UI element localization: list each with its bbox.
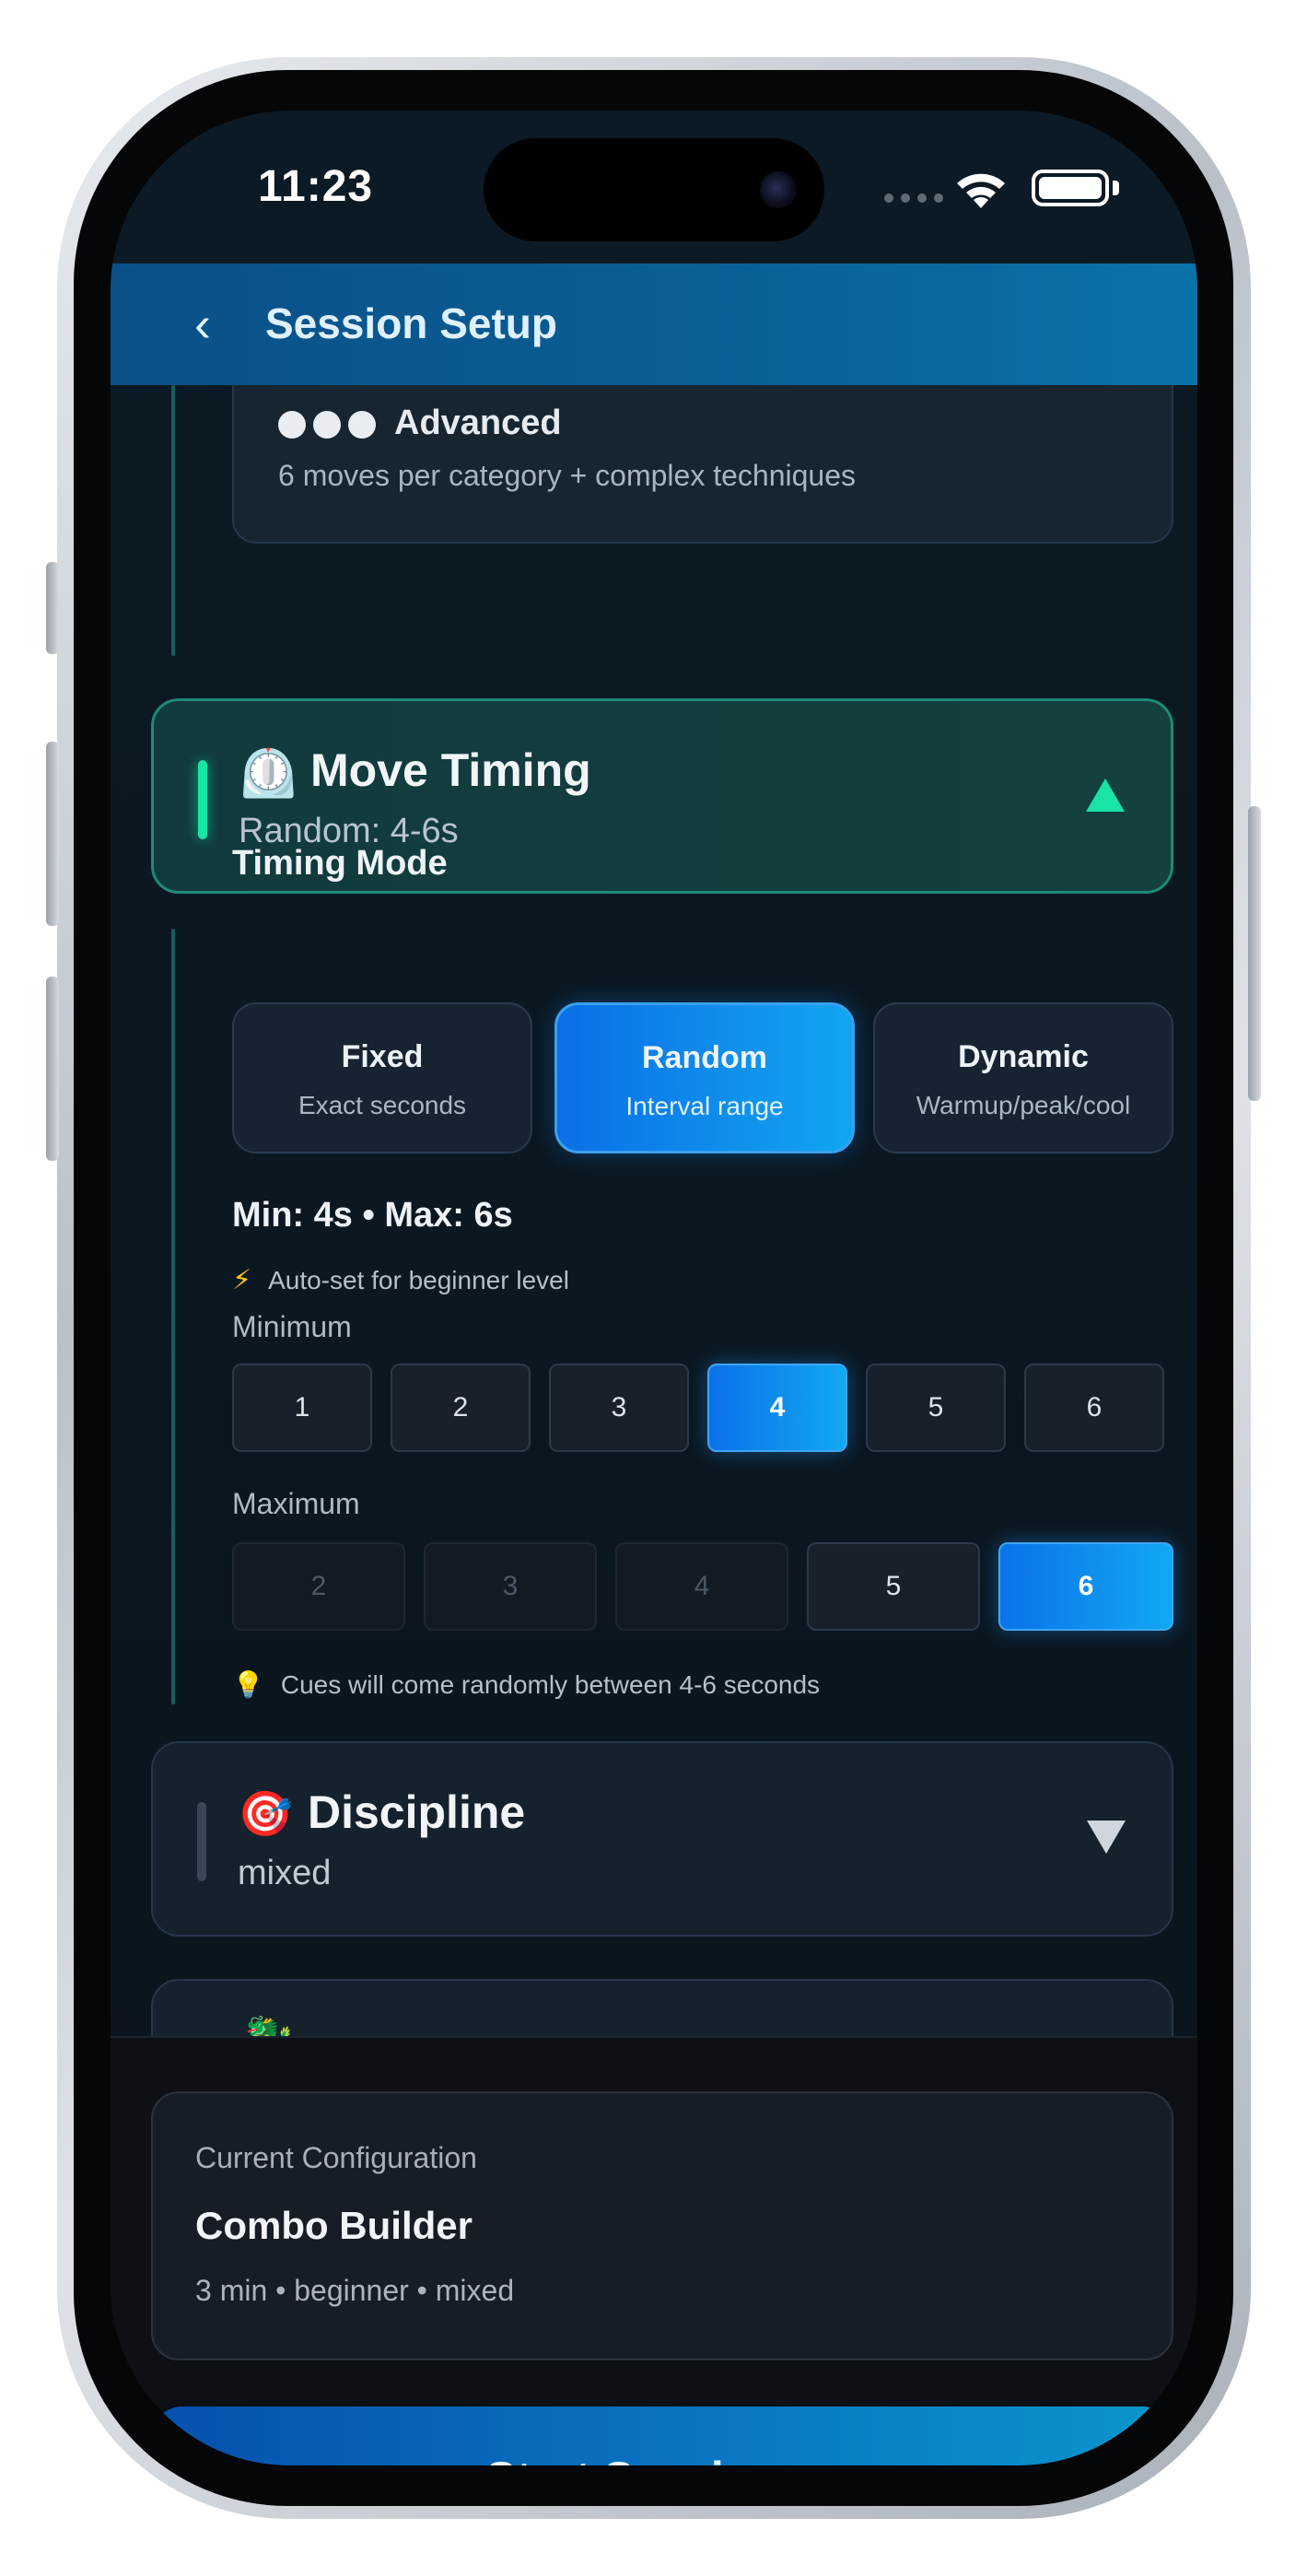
lightning-icon: ⚡	[232, 1265, 252, 1295]
config-label: Current Configuration	[195, 2141, 477, 2174]
chevron-down-icon	[1087, 1821, 1126, 1854]
mode-title: Dynamic	[958, 1039, 1089, 1074]
config-name: Combo Builder	[195, 2204, 473, 2247]
battery-icon	[1032, 170, 1109, 206]
settings-scroll-area[interactable]: Advanced 6 moves per category + complex …	[111, 385, 1197, 2036]
minimum-option-2[interactable]: 2	[391, 1364, 531, 1452]
three-dots-icon	[278, 411, 376, 439]
timing-mode-random[interactable]: Random Interval range	[554, 1002, 855, 1153]
mode-subtitle: Exact seconds	[298, 1091, 467, 1119]
auto-set-note: ⚡ Auto-set for beginner level	[232, 1264, 569, 1296]
section-accent-bar	[197, 1802, 206, 1881]
discipline-section-header[interactable]: 🎯 Discipline mixed	[151, 1741, 1173, 1937]
chevron-up-icon	[1086, 779, 1125, 812]
difficulty-option-advanced[interactable]: Advanced 6 moves per category + complex …	[232, 385, 1173, 544]
difficulty-option-description: 6 moves per category + complex technique…	[278, 459, 856, 492]
battery-tip	[1113, 181, 1119, 195]
cue-note: 💡 Cues will come randomly between 4-6 se…	[232, 1669, 820, 1700]
config-meta: 3 min • beginner • mixed	[195, 2274, 515, 2307]
screen: 11:23 ‹ Session Setup Advanced 6 moves p…	[111, 111, 1197, 2465]
section-summary: mixed	[238, 1854, 332, 1892]
timeline-line	[171, 385, 175, 656]
action-button	[46, 562, 59, 654]
dragon-icon: 🐉	[238, 2014, 298, 2036]
range-summary: Min: 4s • Max: 6s	[232, 1196, 513, 1235]
maximum-option-4: 4	[615, 1542, 788, 1631]
timing-mode-label: Timing Mode	[232, 844, 448, 883]
maximum-option-3: 3	[424, 1542, 597, 1631]
bottom-panel: Current Configuration Combo Builder 3 mi…	[111, 2036, 1197, 2465]
current-configuration-card: Current Configuration Combo Builder 3 mi…	[151, 2091, 1173, 2360]
mode-title: Fixed	[341, 1039, 424, 1074]
power-button	[1248, 806, 1261, 1101]
minimum-option-5[interactable]: 5	[866, 1364, 1006, 1452]
start-session-button[interactable]: Start Session →	[151, 2406, 1173, 2465]
mode-subtitle: Interval range	[625, 1092, 784, 1120]
minimum-option-1[interactable]: 1	[232, 1364, 372, 1452]
app-header: ‹ Session Setup	[111, 263, 1197, 385]
camera-icon	[760, 171, 797, 208]
maximum-option-5[interactable]: 5	[807, 1542, 980, 1631]
mode-subtitle: Warmup/peak/cool	[916, 1091, 1131, 1119]
auto-set-text: Auto-set for beginner level	[268, 1265, 569, 1294]
timing-mode-dynamic[interactable]: Dynamic Warmup/peak/cool	[873, 1002, 1173, 1153]
wifi-icon	[957, 173, 1005, 208]
lightbulb-icon: 💡	[232, 1670, 264, 1699]
minimum-option-6[interactable]: 6	[1024, 1364, 1164, 1452]
timeline-line	[171, 929, 175, 1704]
target-icon: 🎯	[238, 1790, 293, 1839]
dynamic-island	[484, 138, 824, 241]
back-button[interactable]: ‹	[166, 287, 239, 361]
section-accent-bar	[198, 760, 207, 839]
mode-title: Random	[642, 1040, 767, 1075]
maximum-label: Maximum	[232, 1487, 360, 1520]
timing-mode-fixed[interactable]: Fixed Exact seconds	[232, 1002, 532, 1153]
section-title: Move Timing	[310, 744, 591, 796]
minimum-label: Minimum	[232, 1310, 352, 1343]
volume-up-button	[46, 742, 59, 926]
allowed-categories-section-header[interactable]: 🐉	[151, 1979, 1173, 2036]
minimum-option-4[interactable]: 4	[707, 1364, 847, 1452]
difficulty-option-label: Advanced	[394, 404, 562, 442]
cellular-signal-icon	[884, 193, 943, 203]
maximum-option-6[interactable]: 6	[998, 1542, 1173, 1631]
section-title: Discipline	[308, 1786, 526, 1838]
maximum-option-2: 2	[232, 1542, 405, 1631]
cue-note-text: Cues will come randomly between 4-6 seco…	[280, 1669, 821, 1699]
volume-down-button	[46, 977, 59, 1161]
timer-icon: ⏲️	[239, 747, 298, 801]
page-title: Session Setup	[265, 299, 557, 347]
status-time: 11:23	[258, 162, 374, 211]
minimum-option-3[interactable]: 3	[549, 1364, 689, 1452]
